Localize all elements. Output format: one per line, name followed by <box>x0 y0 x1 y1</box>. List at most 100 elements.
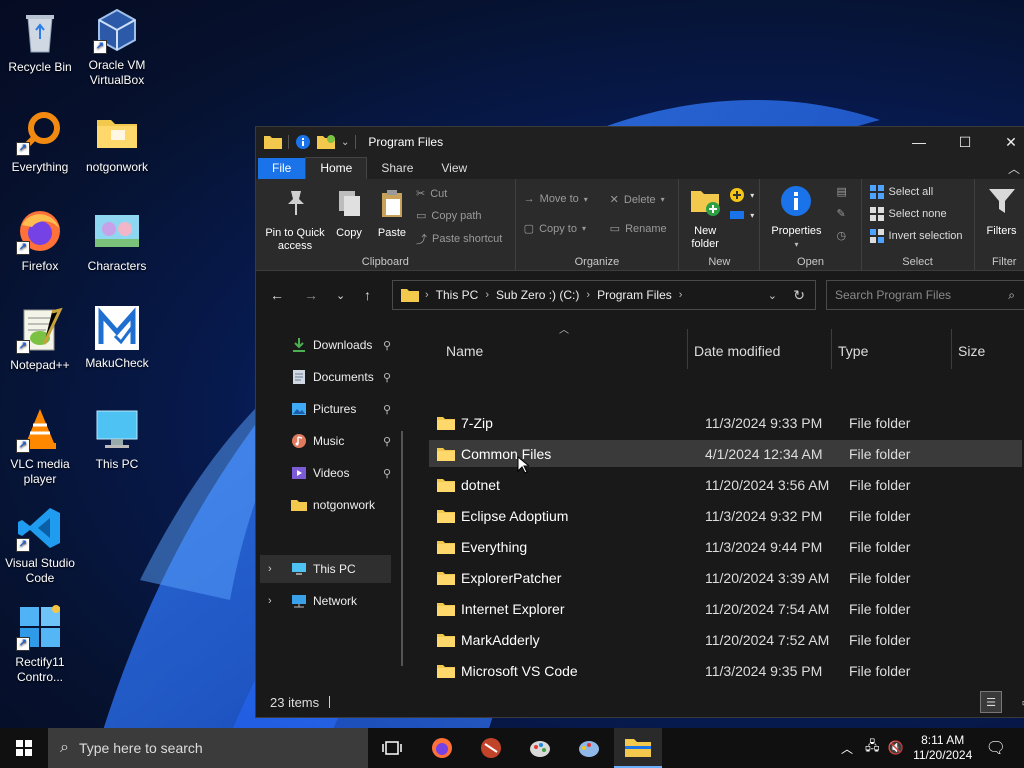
new-folder-quick-icon[interactable] <box>317 135 335 149</box>
expand-chevron-icon[interactable]: › <box>268 595 272 607</box>
desktop-icon-this-pc[interactable]: This PC <box>77 405 157 472</box>
nav-item-music[interactable]: Music ⚲ <box>256 427 391 455</box>
nav-item-videos[interactable]: Videos ⚲ <box>256 459 391 487</box>
edit-button[interactable]: ✎ <box>836 207 845 220</box>
minimize-button[interactable]: — <box>896 127 942 157</box>
task-view-button[interactable] <box>368 728 416 768</box>
select-all-button[interactable]: Select all <box>869 185 933 199</box>
tab-home[interactable]: Home <box>305 157 368 179</box>
new-item-button[interactable]: ▾ <box>729 187 754 203</box>
new-folder-button[interactable]: New folder <box>685 185 725 251</box>
network-status-icon[interactable]: 🖧 <box>865 737 880 759</box>
breadcrumb-drive-c[interactable]: Sub Zero :) (C:) <box>496 288 579 302</box>
breadcrumb-program-files[interactable]: Program Files <box>597 288 672 302</box>
pin-to-quick-access-button[interactable]: Pin to Quick access <box>260 187 330 253</box>
taskbar-file-explorer[interactable] <box>614 728 662 768</box>
address-bar[interactable]: › This PC › Sub Zero :) (C:) › Program F… <box>392 280 816 310</box>
taskbar-app-3[interactable] <box>516 728 564 768</box>
desktop-icon-notgonwork[interactable]: notgonwork <box>77 108 157 175</box>
file-row[interactable]: Everything 11/3/2024 9:44 PM File folder <box>429 533 1022 560</box>
file-row[interactable]: Internet Explorer 11/20/2024 7:54 AM File … <box>429 595 1022 622</box>
paste-button[interactable]: Paste <box>372 187 412 240</box>
file-row[interactable]: ExplorerPatcher 11/20/2024 3:39 AM File fo… <box>429 564 1022 591</box>
desktop-icon-virtualbox[interactable]: ↗ Oracle VM VirtualBox <box>77 6 157 88</box>
breadcrumb-chevron-icon[interactable]: › <box>425 289 429 301</box>
start-button[interactable] <box>0 728 48 768</box>
invert-selection-button[interactable]: Invert selection <box>869 229 963 243</box>
volume-muted-icon[interactable]: 🔇 <box>888 740 904 756</box>
maximize-button[interactable]: ☐ <box>942 127 988 157</box>
clock[interactable]: 8:11 AM 11/20/2024 <box>908 733 978 763</box>
taskbar-firefox[interactable] <box>418 728 466 768</box>
column-divider[interactable] <box>951 329 952 369</box>
desktop-icon-vscode[interactable]: ↗ Visual Studio Code <box>0 504 80 586</box>
search-input[interactable]: Search Program Files ⌕ <box>826 280 1024 310</box>
file-row[interactable]: Microsoft VS Code 11/3/2024 9:35 PM File f… <box>429 657 1022 684</box>
expand-chevron-icon[interactable]: › <box>268 563 272 575</box>
column-header-date-modified[interactable]: Date modified <box>694 343 780 359</box>
rename-button[interactable]: ▭ Rename <box>610 222 667 236</box>
nav-item-this-pc[interactable]: › This PC <box>260 555 391 583</box>
file-explorer-window[interactable]: ⌄ Program Files — ☐ ✕ File Home Share Vi… <box>255 126 1024 718</box>
copy-path-button[interactable]: ▭ Copy path <box>416 209 482 223</box>
back-arrow-icon[interactable]: ← <box>270 287 284 303</box>
desktop-icon-firefox[interactable]: ↗ Firefox <box>0 207 80 274</box>
select-none-button[interactable]: Select none <box>869 207 947 221</box>
open-button[interactable]: ▤ <box>836 185 846 198</box>
column-header-name[interactable]: Name <box>446 343 483 359</box>
file-row[interactable]: Eclipse Adoptium 11/3/2024 9:32 PM File fo… <box>429 502 1022 529</box>
breadcrumb-chevron-icon[interactable]: › <box>485 289 489 301</box>
forward-arrow-icon[interactable]: → <box>304 287 318 303</box>
desktop-icon-recycle-bin[interactable]: Recycle Bin <box>0 8 80 75</box>
desktop-icon-makucheck[interactable]: MakuCheck <box>77 304 157 371</box>
column-header-size[interactable]: Size <box>958 343 985 359</box>
nav-item-documents[interactable]: Documents ⚲ <box>256 363 391 391</box>
details-view-icon[interactable]: ☰ <box>980 691 1002 713</box>
breadcrumb-this-pc[interactable]: This PC <box>436 288 479 302</box>
refresh-icon[interactable]: ↻ <box>793 287 805 304</box>
cut-button[interactable]: ✂ Cut <box>416 187 447 201</box>
file-row[interactable]: MarkAdderly 11/20/2024 7:52 AM File folder <box>429 626 1022 653</box>
desktop-icon-rectify11[interactable]: ↗ Rectify11 Contro... <box>0 603 80 685</box>
title-bar[interactable]: ⌄ Program Files — ☐ ✕ <box>256 127 1024 157</box>
recent-locations-chevron-icon[interactable]: ⌄ <box>336 289 345 302</box>
taskbar-app-2[interactable] <box>467 728 515 768</box>
nav-item-pictures[interactable]: Pictures ⚲ <box>256 395 391 423</box>
address-history-chevron-icon[interactable]: ⌄ <box>768 289 777 302</box>
column-divider[interactable] <box>687 329 688 369</box>
properties-quick-icon[interactable] <box>295 134 311 150</box>
taskbar-app-4[interactable] <box>565 728 613 768</box>
copy-button[interactable]: Copy <box>332 187 366 240</box>
nav-item-network[interactable]: › Network <box>256 587 391 615</box>
collapse-ribbon-icon[interactable]: ︿ <box>1008 160 1020 177</box>
notifications-icon[interactable]: 🗨 <box>986 738 1006 758</box>
show-hidden-icons-chevron-icon[interactable]: ︿ <box>841 740 853 757</box>
quick-access-dropdown-icon[interactable]: ⌄ <box>341 137 349 148</box>
breadcrumb-chevron-icon[interactable]: › <box>679 289 683 301</box>
column-divider[interactable] <box>831 329 832 369</box>
nav-item-notgonwork[interactable]: notgonwork <box>256 491 391 519</box>
desktop-icon-notepadpp[interactable]: ↗ Notepad++ <box>0 306 80 373</box>
file-row[interactable]: 7-Zip 11/3/2024 9:33 PM File folder <box>429 409 1022 436</box>
copy-to-button[interactable]: ▢ Copy to ▾ <box>524 222 586 236</box>
column-header-type[interactable]: Type <box>838 343 868 359</box>
navigation-pane-scrollbar[interactable] <box>401 431 403 666</box>
filters-button[interactable]: Filters <box>977 185 1024 238</box>
tab-file[interactable]: File <box>258 158 306 179</box>
desktop-icon-vlc[interactable]: ↗ VLC media player <box>0 405 80 487</box>
breadcrumb-chevron-icon[interactable]: › <box>586 289 590 301</box>
tab-view[interactable]: View <box>427 158 481 179</box>
file-row[interactable]: dotnet 11/20/2024 3:56 AM File folder <box>429 471 1022 498</box>
move-to-button[interactable]: → Move to ▾ <box>524 193 588 205</box>
nav-item-downloads[interactable]: Downloads ⚲ <box>256 331 391 359</box>
taskbar-search-box[interactable]: ⌕ Type here to search <box>48 728 368 768</box>
desktop-icon-characters[interactable]: Characters <box>77 207 157 274</box>
history-button[interactable]: ◷ <box>836 229 846 242</box>
properties-button[interactable]: Properties ▾ <box>766 185 826 251</box>
desktop-icon-everything[interactable]: ↗ Everything <box>0 108 80 175</box>
delete-button[interactable]: ✕ Delete ▾ <box>610 193 665 207</box>
up-arrow-icon[interactable]: ↑ <box>364 287 371 303</box>
paste-shortcut-button[interactable]: ⤴ Paste shortcut <box>416 231 502 247</box>
close-button[interactable]: ✕ <box>988 127 1024 157</box>
easy-access-button[interactable]: ▾ <box>729 209 754 221</box>
